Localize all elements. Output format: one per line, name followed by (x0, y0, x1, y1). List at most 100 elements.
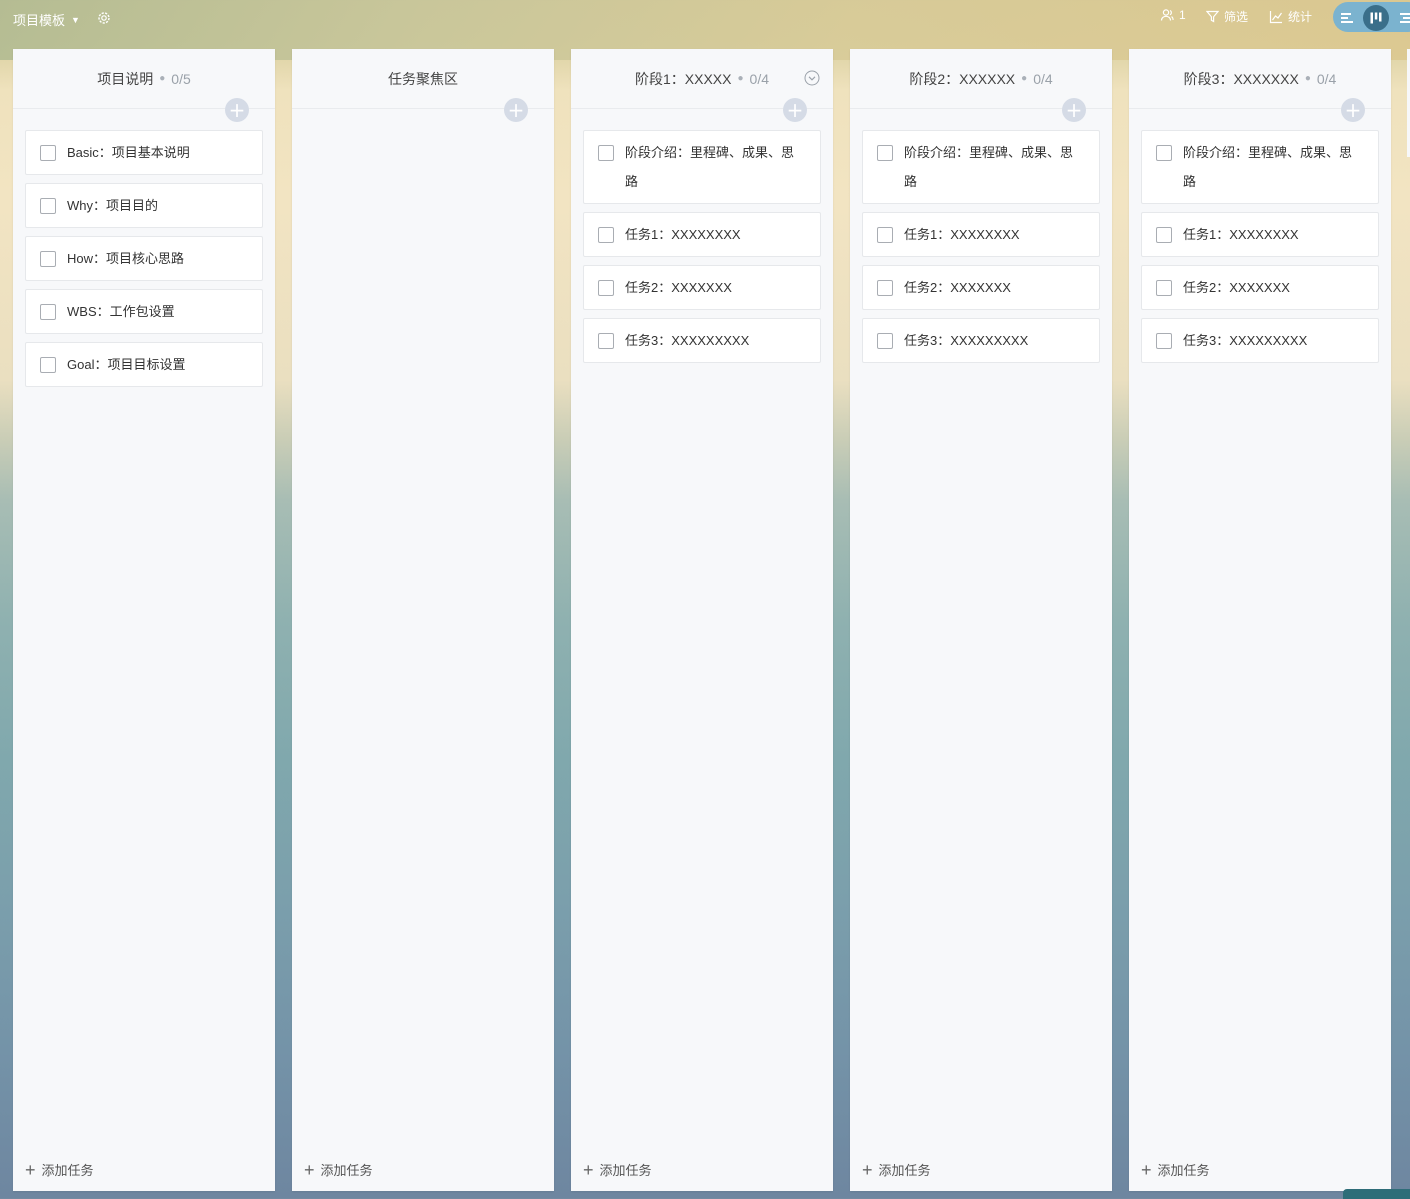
task-card[interactable]: 任务2：XXXXXXX (1141, 265, 1379, 310)
board-view-button[interactable] (1363, 5, 1389, 31)
task-card[interactable]: 任务2：XXXXXXX (583, 265, 821, 310)
list-view-icon (1400, 13, 1410, 23)
task-card[interactable]: Goal：项目目标设置 (25, 342, 263, 387)
add-task-circle-button[interactable]: + (504, 98, 528, 122)
column-count: 0/4 (1316, 70, 1337, 87)
separator-dot: ● (159, 73, 166, 84)
task-title: WBS：工作包设置 (67, 304, 175, 319)
members-button[interactable]: 1 (1160, 8, 1186, 22)
separator-dot: ● (737, 73, 744, 84)
task-title: 任务3：XXXXXXXXX (625, 333, 750, 348)
column-project-notes: 项目说明 ● 0/5 + Basic：项目基本说明 Why：项目目的 How：项… (13, 49, 275, 1191)
task-checkbox[interactable] (1156, 333, 1172, 349)
column-stage-2: 阶段2：XXXXXX ● 0/4 + 阶段介绍：里程碑、成果、思路 任务1：XX… (850, 49, 1112, 1191)
list-view-button[interactable] (1393, 5, 1410, 31)
gantt-view-button[interactable] (1334, 5, 1360, 31)
add-task-circle-button[interactable]: + (1341, 98, 1365, 122)
members-count: 1 (1179, 8, 1186, 22)
task-title: 任务1：XXXXXXXX (904, 227, 1020, 242)
top-bar: 项目模板 ▼ 1 筛选 统计 (0, 0, 1410, 36)
task-card[interactable]: 任务3：XXXXXXXXX (583, 318, 821, 363)
filter-label: 筛选 (1224, 10, 1249, 24)
task-card[interactable]: 任务3：XXXXXXXXX (862, 318, 1100, 363)
task-card[interactable]: 任务3：XXXXXXXXX (1141, 318, 1379, 363)
task-checkbox[interactable] (598, 145, 614, 161)
task-checkbox[interactable] (877, 333, 893, 349)
filter-button[interactable]: 筛选 (1206, 8, 1248, 25)
task-card[interactable]: 任务1：XXXXXXXX (1141, 212, 1379, 257)
task-checkbox[interactable] (40, 198, 56, 214)
task-title: 任务2：XXXXXXX (625, 280, 732, 295)
board-view-icon (1370, 12, 1382, 24)
chevron-down-circle-icon[interactable] (804, 70, 820, 86)
column-stage-1: 阶段1：XXXXX ● 0/4 + 阶段介绍：里程碑、成果、思路 任务1：XXX… (571, 49, 833, 1191)
task-title: 任务3：XXXXXXXXX (1183, 333, 1308, 348)
task-title: 任务2：XXXXXXX (1183, 280, 1290, 295)
task-checkbox[interactable] (40, 251, 56, 267)
add-task-circle-button[interactable]: + (783, 98, 807, 122)
task-checkbox[interactable] (598, 280, 614, 296)
task-card[interactable]: How：项目核心思路 (25, 236, 263, 281)
task-title: Basic：项目基本说明 (67, 145, 190, 160)
task-card[interactable]: WBS：工作包设置 (25, 289, 263, 334)
task-title: 阶段介绍：里程碑、成果、思路 (904, 145, 1074, 189)
plus-icon: + (25, 1159, 36, 1180)
task-card[interactable]: Why：项目目的 (25, 183, 263, 228)
corner-widget[interactable] (1343, 1189, 1410, 1199)
plus-icon: + (304, 1159, 315, 1180)
stats-label: 统计 (1288, 10, 1313, 24)
add-task-label: 添加任务 (41, 1163, 94, 1178)
task-checkbox[interactable] (598, 227, 614, 243)
column-task-focus: 任务聚焦区 + + 添加任务 (292, 49, 554, 1191)
task-checkbox[interactable] (40, 145, 56, 161)
separator-dot: ● (1021, 73, 1028, 84)
column-title: 任务聚焦区 (388, 70, 458, 87)
add-task-button[interactable]: + 添加任务 (1141, 1160, 1210, 1179)
stats-icon (1269, 10, 1282, 23)
caret-down-icon: ▼ (71, 14, 80, 25)
stats-button[interactable]: 统计 (1269, 8, 1312, 25)
task-title: 阶段介绍：里程碑、成果、思路 (625, 145, 795, 189)
column-count: 0/4 (749, 70, 769, 87)
add-task-circle-button[interactable]: + (1062, 98, 1086, 122)
column-title: 阶段1：XXXXX (635, 70, 732, 87)
task-card[interactable]: Basic：项目基本说明 (25, 130, 263, 175)
add-task-button[interactable]: + 添加任务 (862, 1160, 931, 1179)
settings-icon[interactable] (96, 10, 112, 26)
task-checkbox[interactable] (40, 357, 56, 373)
task-card[interactable]: 任务1：XXXXXXXX (862, 212, 1100, 257)
task-checkbox[interactable] (598, 333, 614, 349)
task-card[interactable]: 任务1：XXXXXXXX (583, 212, 821, 257)
task-title: 任务3：XXXXXXXXX (904, 333, 1029, 348)
plus-icon: + (862, 1159, 873, 1180)
column-title: 阶段2：XXXXXX (909, 70, 1016, 87)
view-switcher (1333, 2, 1410, 32)
task-title: 阶段介绍：里程碑、成果、思路 (1183, 145, 1353, 189)
card-list: Basic：项目基本说明 Why：项目目的 How：项目核心思路 WBS：工作包… (25, 130, 263, 395)
add-task-button[interactable]: + 添加任务 (304, 1160, 373, 1179)
add-task-label: 添加任务 (1157, 1163, 1210, 1178)
task-card[interactable]: 任务2：XXXXXXX (862, 265, 1100, 310)
plus-icon: + (1141, 1159, 1152, 1180)
column-stage-3: 阶段3：XXXXXXX ● 0/4 + 阶段介绍：里程碑、成果、思路 任务1：X… (1129, 49, 1391, 1191)
add-task-label: 添加任务 (320, 1163, 373, 1178)
card-list: 阶段介绍：里程碑、成果、思路 任务1：XXXXXXXX 任务2：XXXXXXX … (1141, 130, 1379, 371)
task-checkbox[interactable] (40, 304, 56, 320)
add-task-button[interactable]: + 添加任务 (583, 1160, 652, 1179)
task-checkbox[interactable] (877, 280, 893, 296)
column-title: 项目说明 (97, 70, 154, 87)
task-checkbox[interactable] (1156, 280, 1172, 296)
add-task-circle-button[interactable]: + (225, 98, 249, 122)
task-card[interactable]: 阶段介绍：里程碑、成果、思路 (1141, 130, 1379, 204)
task-card[interactable]: 阶段介绍：里程碑、成果、思路 (583, 130, 821, 204)
project-switcher[interactable]: 项目模板 ▼ (13, 10, 80, 29)
task-checkbox[interactable] (1156, 227, 1172, 243)
add-task-button[interactable]: + 添加任务 (25, 1160, 94, 1179)
task-checkbox[interactable] (1156, 145, 1172, 161)
task-checkbox[interactable] (877, 227, 893, 243)
filter-icon (1206, 10, 1219, 23)
task-card[interactable]: 阶段介绍：里程碑、成果、思路 (862, 130, 1100, 204)
gantt-view-icon (1341, 13, 1353, 23)
task-title: Goal：项目目标设置 (67, 357, 186, 372)
task-checkbox[interactable] (877, 145, 893, 161)
